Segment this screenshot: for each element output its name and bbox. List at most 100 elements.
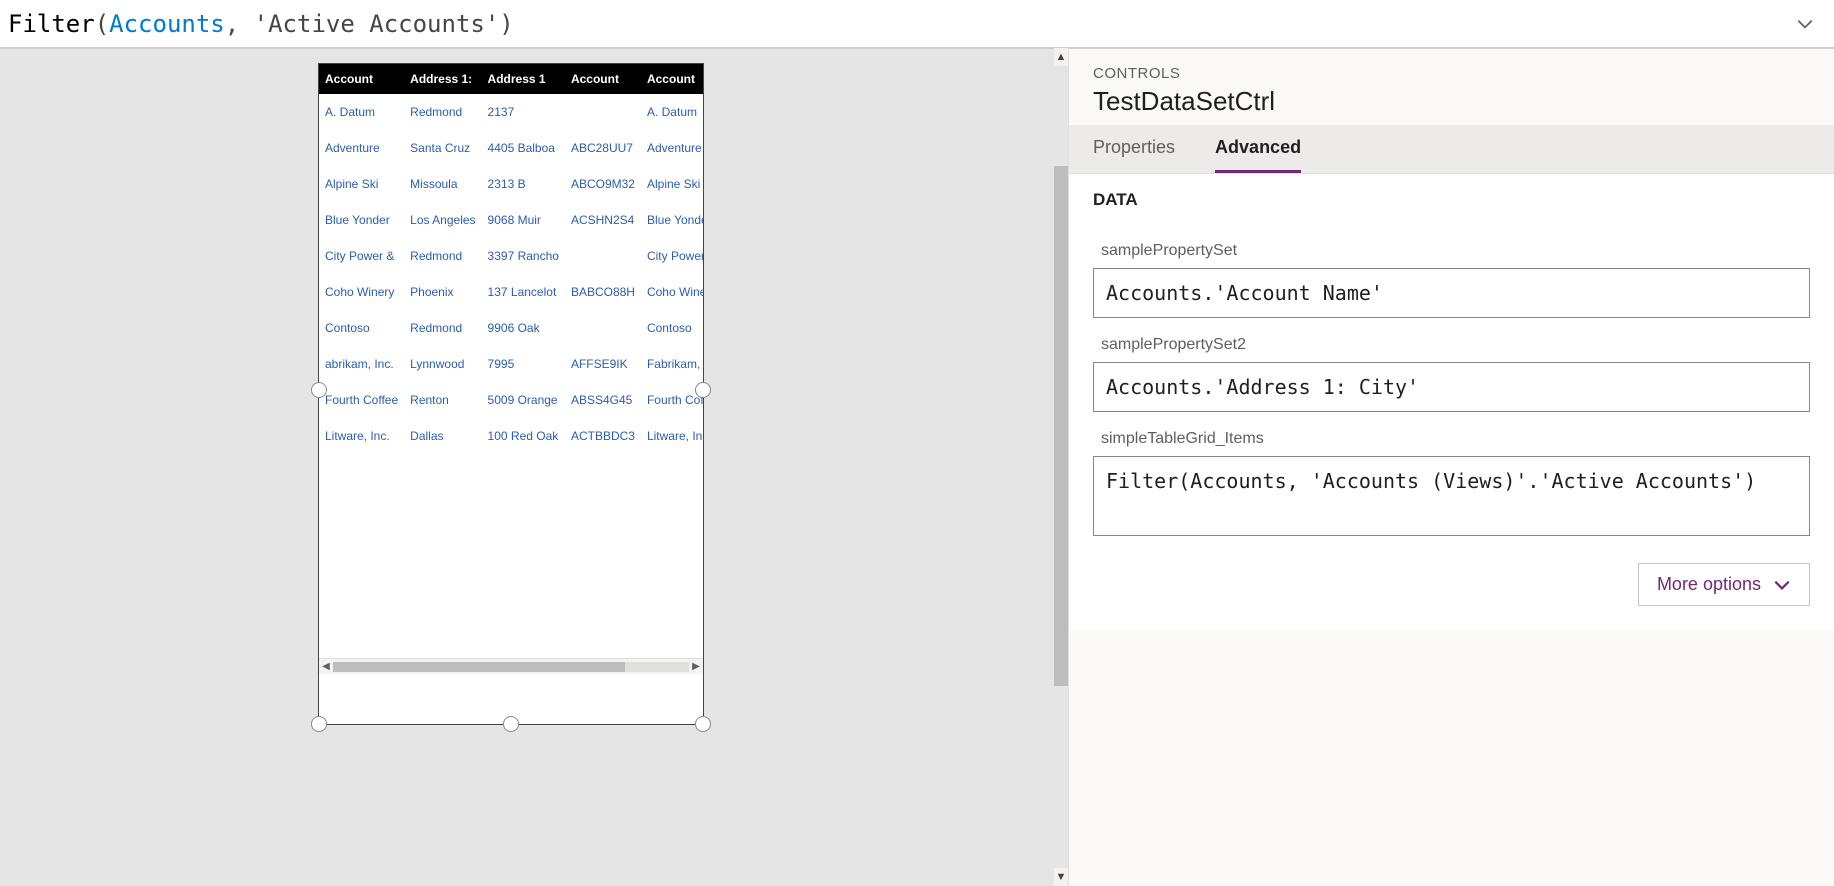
vertical-scrollbar[interactable]: ▲ ▼ bbox=[1054, 48, 1068, 886]
table-cell: Adventure bbox=[641, 130, 703, 166]
table-cell: Fourth Coffee bbox=[641, 382, 703, 418]
table-cell: 3397 Rancho bbox=[482, 238, 565, 274]
table-row[interactable]: Blue YonderLos Angeles9068 MuirACSHN2S4B… bbox=[319, 202, 703, 238]
table-cell: AFFSE9IK bbox=[565, 346, 641, 382]
properties-header: CONTROLS TestDataSetCtrl bbox=[1069, 49, 1834, 125]
table-cell: Missoula bbox=[404, 166, 481, 202]
table-row[interactable]: AdventureSanta Cruz4405 BalboaABC28UU7Ad… bbox=[319, 130, 703, 166]
canvas-workspace[interactable]: AccountAddress 1:Address 1AccountAccount… bbox=[0, 48, 1054, 886]
scroll-thumb[interactable] bbox=[333, 662, 625, 672]
prop3-input[interactable] bbox=[1093, 456, 1810, 536]
table-cell: ACTBBDC3 bbox=[565, 418, 641, 454]
scroll-up-icon[interactable]: ▲ bbox=[1056, 48, 1067, 66]
table-cell: Phoenix bbox=[404, 274, 481, 310]
table-cell bbox=[565, 94, 641, 130]
table-row[interactable]: City Power &Redmond3397 RanchoCity Power… bbox=[319, 238, 703, 274]
resize-handle-right[interactable] bbox=[695, 382, 711, 398]
properties-tabs: Properties Advanced bbox=[1069, 125, 1834, 174]
resize-handle-left[interactable] bbox=[311, 382, 327, 398]
table-cell: Blue Yonder bbox=[319, 202, 404, 238]
column-header[interactable]: Address 1: bbox=[404, 64, 481, 94]
table-cell: ABC28UU7 bbox=[565, 130, 641, 166]
prop2-label: samplePropertySet2 bbox=[1093, 336, 1810, 354]
table-row[interactable]: Litware, Inc.Dallas100 Red OakACTBBDC3Li… bbox=[319, 418, 703, 454]
control-name: TestDataSetCtrl bbox=[1093, 86, 1810, 117]
table-cell: Litware, Inc. bbox=[319, 418, 404, 454]
table-cell: Contoso bbox=[641, 310, 703, 346]
chevron-down-icon bbox=[1773, 576, 1791, 594]
tab-advanced[interactable]: Advanced bbox=[1215, 137, 1301, 173]
table-cell: ABSS4G45 bbox=[565, 382, 641, 418]
more-options-button[interactable]: More options bbox=[1638, 563, 1810, 606]
properties-body: samplePropertySet samplePropertySet2 sim… bbox=[1069, 216, 1834, 630]
table-cell: 2137 bbox=[482, 94, 565, 130]
table-row[interactable]: Alpine SkiMissoula2313 BABCO9M32Alpine S… bbox=[319, 166, 703, 202]
table-cell bbox=[565, 238, 641, 274]
table-cell: 9068 Muir bbox=[482, 202, 565, 238]
resize-handle-bottom-left[interactable] bbox=[311, 716, 327, 732]
table-cell: Redmond bbox=[404, 238, 481, 274]
table-cell: ABCO9M32 bbox=[565, 166, 641, 202]
table-row[interactable]: Coho WineryPhoenix137 LancelotBABCO88HCo… bbox=[319, 274, 703, 310]
table-row[interactable]: abrikam, Inc.Lynnwood7995AFFSE9IKFabrika… bbox=[319, 346, 703, 382]
table-cell: 5009 Orange bbox=[482, 382, 565, 418]
properties-panel: CONTROLS TestDataSetCtrl Properties Adva… bbox=[1068, 48, 1834, 886]
table-cell: City Power & bbox=[319, 238, 404, 274]
table-cell: Redmond bbox=[404, 94, 481, 130]
column-header[interactable]: Account bbox=[641, 64, 703, 94]
scroll-down-icon[interactable]: ▼ bbox=[1056, 868, 1067, 886]
vscroll-track[interactable] bbox=[1054, 66, 1068, 868]
table-cell: Coho Winery bbox=[319, 274, 404, 310]
formula-bar[interactable]: Filter(Accounts, 'Active Accounts') bbox=[0, 0, 1834, 48]
table-cell: Coho Winery bbox=[641, 274, 703, 310]
table-row[interactable]: Fourth CoffeeRenton5009 OrangeABSS4G45Fo… bbox=[319, 382, 703, 418]
column-header[interactable]: Address 1 bbox=[482, 64, 565, 94]
section-controls-label: CONTROLS bbox=[1093, 65, 1810, 82]
table-cell: 4405 Balboa bbox=[482, 130, 565, 166]
formula-expand-button[interactable] bbox=[1784, 15, 1826, 33]
formula-text: Filter(Accounts, 'Active Accounts') bbox=[8, 10, 514, 38]
tab-properties[interactable]: Properties bbox=[1093, 137, 1175, 173]
data-table: AccountAddress 1:Address 1AccountAccount… bbox=[319, 64, 703, 454]
table-cell: Litware, Inc. bbox=[641, 418, 703, 454]
table-cell: Redmond bbox=[404, 310, 481, 346]
resize-handle-bottom-center[interactable] bbox=[503, 716, 519, 732]
table-cell: A. Datum bbox=[319, 94, 404, 130]
prop1-input[interactable] bbox=[1093, 268, 1810, 318]
table-cell: Santa Cruz bbox=[404, 130, 481, 166]
table-cell: Adventure bbox=[319, 130, 404, 166]
table-cell: abrikam, Inc. bbox=[319, 346, 404, 382]
table-cell: A. Datum bbox=[641, 94, 703, 130]
table-cell: Fourth Coffee bbox=[319, 382, 404, 418]
chevron-down-icon bbox=[1796, 15, 1814, 33]
table-cell: Alpine Ski bbox=[641, 166, 703, 202]
table-cell bbox=[565, 310, 641, 346]
horizontal-scrollbar[interactable]: ◀ ▶ bbox=[319, 658, 703, 674]
table-cell: Renton bbox=[404, 382, 481, 418]
data-table-wrap: AccountAddress 1:Address 1AccountAccount… bbox=[319, 64, 703, 658]
table-cell: Los Angeles bbox=[404, 202, 481, 238]
table-cell: Contoso bbox=[319, 310, 404, 346]
prop3-label: simpleTableGrid_Items bbox=[1093, 430, 1810, 448]
table-cell: Alpine Ski bbox=[319, 166, 404, 202]
table-row[interactable]: ContosoRedmond9906 OakContosoba0 bbox=[319, 310, 703, 346]
scroll-track[interactable] bbox=[333, 662, 689, 672]
table-cell: Dallas bbox=[404, 418, 481, 454]
control-test-dataset[interactable]: AccountAddress 1:Address 1AccountAccount… bbox=[318, 63, 704, 725]
prop1-label: samplePropertySet bbox=[1093, 242, 1810, 260]
data-section-label: DATA bbox=[1069, 174, 1834, 216]
column-header[interactable]: Account bbox=[565, 64, 641, 94]
resize-handle-bottom-right[interactable] bbox=[695, 716, 711, 732]
table-row[interactable]: A. DatumRedmond2137A. Datumbe0 bbox=[319, 94, 703, 130]
vscroll-thumb[interactable] bbox=[1054, 166, 1068, 686]
more-options-label: More options bbox=[1657, 574, 1761, 595]
table-cell: 7995 bbox=[482, 346, 565, 382]
scroll-right-icon[interactable]: ▶ bbox=[689, 661, 703, 672]
table-cell: Lynnwood bbox=[404, 346, 481, 382]
column-header[interactable]: Account bbox=[319, 64, 404, 94]
scroll-left-icon[interactable]: ◀ bbox=[319, 661, 333, 672]
prop2-input[interactable] bbox=[1093, 362, 1810, 412]
table-cell: Fabrikam, Inc. bbox=[641, 346, 703, 382]
table-cell: 2313 B bbox=[482, 166, 565, 202]
table-cell: City Power & bbox=[641, 238, 703, 274]
